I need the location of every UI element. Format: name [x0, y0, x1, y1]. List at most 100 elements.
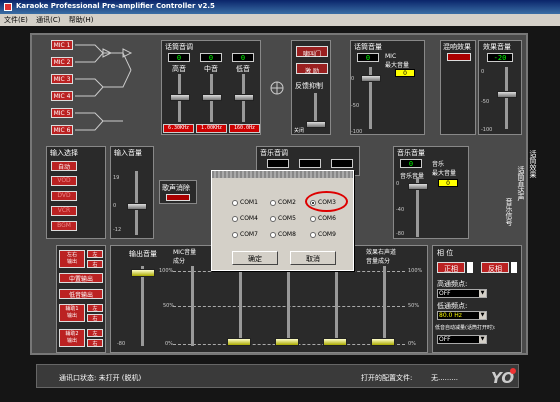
com8-label: COM8	[278, 231, 296, 238]
echo-button[interactable]	[447, 53, 471, 61]
scale-label: -100	[351, 129, 363, 135]
scale-label: -80	[396, 231, 405, 237]
aux1-output-button[interactable]: 辅助1 输出	[59, 304, 85, 322]
music-max-volume-value: 0	[438, 179, 458, 187]
config-file-value: 无.........	[431, 374, 459, 382]
music-signal-label: 音乐信号	[505, 198, 513, 226]
cancel-button[interactable]: 取消	[290, 251, 336, 265]
mic-4-button[interactable]: MIC 4	[51, 91, 73, 101]
music-eq-display	[299, 159, 321, 168]
lr-output-button[interactable]: 左右 输出	[59, 250, 85, 268]
com7-radio[interactable]: COM7	[232, 231, 258, 238]
chevron-down-icon[interactable]: ▼	[479, 290, 486, 297]
mic-3-button[interactable]: MIC 3	[51, 74, 73, 84]
effect-volume-panel: 效果音量 -20 0 -50 -100	[478, 40, 522, 135]
treble-slider[interactable]	[170, 94, 190, 101]
status-bar: 通讯口状态: 未打开 (脱机) 打开的配置文件: 无......... YO	[36, 364, 519, 388]
comm-status-text: 通讯口状态: 未打开 (脱机)	[59, 374, 142, 382]
speech-eq-title: 话筒音调	[165, 43, 193, 51]
com9-radio[interactable]: COM9	[310, 231, 336, 238]
com1-label: COM1	[240, 199, 258, 206]
com1-radio[interactable]: COM1	[232, 199, 258, 206]
mic-1-button[interactable]: MIC 1	[51, 40, 73, 50]
output-select-panel: 左右 输出 左 右 中置输出 低音输出 辅助1 输出 左 右 辅助2 输出 左 …	[56, 245, 106, 353]
mic-volume-slider[interactable]	[361, 75, 381, 82]
left-button[interactable]: 左	[87, 250, 103, 258]
radio-icon	[310, 215, 316, 222]
scale-label: 50%	[408, 303, 420, 309]
aux1-right-button[interactable]: 右	[87, 314, 103, 322]
music-volume-slider[interactable]	[408, 183, 428, 190]
exciter-button[interactable]: 激 励	[296, 63, 328, 75]
aux1-left-button[interactable]: 左	[87, 304, 103, 312]
echo-panel: 混响效果	[440, 40, 476, 135]
treble-freq[interactable]: 6.30KHz	[163, 124, 194, 133]
scale-label: 0	[396, 181, 400, 187]
output-volume-slider[interactable]	[131, 269, 155, 277]
chevron-down-icon[interactable]: ▼	[479, 312, 486, 319]
mix-slider[interactable]	[323, 338, 347, 346]
config-file-label: 打开的配置文件:	[361, 374, 413, 382]
com9-label: COM9	[318, 231, 336, 238]
mix-slider[interactable]	[275, 338, 299, 346]
mid-value: 0	[200, 53, 222, 62]
effect-volume-slider[interactable]	[497, 91, 517, 98]
input-select-panel: 输入选择 自动 VOD DVD VCR BGM	[46, 146, 106, 239]
bass-freq[interactable]: 160.0Hz	[229, 124, 260, 133]
right-channel-share-label: 效果右声道 音量成分	[366, 249, 397, 265]
mid-label: 中音	[204, 65, 218, 73]
com2-radio[interactable]: COM2	[270, 199, 296, 206]
input-volume-slider[interactable]	[127, 203, 147, 210]
menu-comm[interactable]: 通讯(C)	[36, 16, 60, 24]
scale-label: -12	[113, 227, 122, 233]
com5-radio[interactable]: COM5	[270, 215, 296, 222]
mix-slider[interactable]	[227, 338, 251, 346]
phase-negative-button[interactable]: 反相	[481, 262, 509, 273]
lowpass-label: 低通频点:	[437, 302, 468, 310]
input-vod-button[interactable]: VOD	[51, 176, 77, 186]
menu-file[interactable]: 文件(E)	[4, 16, 28, 24]
radio-icon	[310, 231, 316, 238]
mid-slider[interactable]	[202, 94, 222, 101]
com6-radio[interactable]: COM6	[310, 215, 336, 222]
mix-track	[335, 266, 338, 346]
howl-gate-button[interactable]: 啸叫门	[296, 46, 328, 58]
radio-icon	[270, 215, 276, 222]
feedback-slider[interactable]	[306, 121, 326, 128]
title-bar: Karaoke Professional Pre-amplifier Contr…	[0, 0, 560, 14]
song-cancel-button[interactable]	[166, 194, 190, 201]
aux2-right-button[interactable]: 右	[87, 339, 103, 347]
music-volume-title: 音乐音量	[397, 149, 425, 157]
input-bgm-button[interactable]: BGM	[51, 221, 77, 231]
ok-button[interactable]: 确定	[232, 251, 278, 265]
aux2-output-button[interactable]: 辅助2 输出	[59, 329, 85, 347]
app-icon	[4, 3, 12, 11]
mix-slider[interactable]	[371, 338, 395, 346]
music-volume-value: 0	[400, 159, 422, 168]
bass-output-button[interactable]: 低音输出	[59, 289, 103, 299]
input-vcr-button[interactable]: VCR	[51, 206, 77, 216]
input-dvd-button[interactable]: DVD	[51, 191, 77, 201]
radio-icon	[232, 215, 238, 222]
right-button[interactable]: 右	[87, 260, 103, 268]
com8-radio[interactable]: COM8	[270, 231, 296, 238]
scale-label: 0	[481, 69, 485, 75]
mic-6-button[interactable]: MIC 6	[51, 125, 73, 135]
chevron-down-icon[interactable]: ▼	[479, 336, 486, 343]
music-max-volume-label: 音乐 最大音量	[432, 161, 457, 177]
phase-negative-indicator	[511, 262, 517, 273]
aux2-left-button[interactable]: 左	[87, 329, 103, 337]
input-select-title: 输入选择	[50, 149, 78, 157]
mid-freq[interactable]: 1.00KHz	[196, 124, 227, 133]
scale-label: -40	[396, 207, 405, 213]
phase-positive-button[interactable]: 正相	[437, 262, 465, 273]
com4-radio[interactable]: COM4	[232, 215, 258, 222]
scale-label: 100%	[159, 268, 174, 274]
highpass-label: 高通频点:	[437, 280, 468, 288]
menu-help[interactable]: 帮助(H)	[69, 16, 94, 24]
mic-5-button[interactable]: MIC 5	[51, 108, 73, 118]
center-output-button[interactable]: 中置输出	[59, 273, 103, 283]
mic-2-button[interactable]: MIC 2	[51, 57, 73, 67]
input-auto-button[interactable]: 自动	[51, 161, 77, 171]
bass-slider[interactable]	[234, 94, 254, 101]
